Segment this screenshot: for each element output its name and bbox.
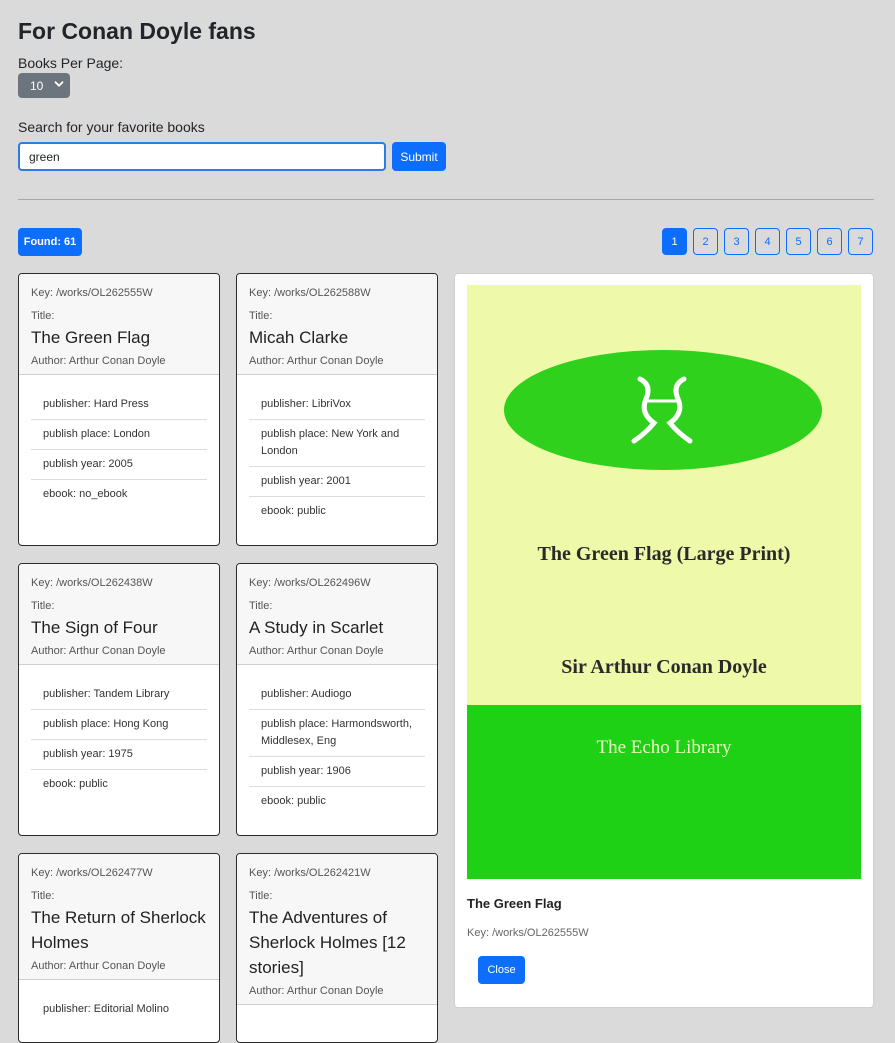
book-details: publisher: Audiogo publish place: Harmon… bbox=[237, 665, 437, 816]
chevron-down-icon bbox=[54, 81, 64, 87]
card-header: Key: /works/OL262496W Title: A Study in … bbox=[237, 564, 437, 665]
detail-publish-place: publish place: London bbox=[31, 420, 207, 450]
detail-publisher: publisher: LibriVox bbox=[249, 390, 425, 420]
page-button-2[interactable]: 2 bbox=[693, 228, 718, 255]
preview-key: Key: /works/OL262555W bbox=[467, 927, 589, 939]
detail-publisher: publisher: Audiogo bbox=[249, 680, 425, 710]
card-header: Key: /works/OL262588W Title: Micah Clark… bbox=[237, 274, 437, 375]
books-per-page-select[interactable]: 10 bbox=[18, 73, 70, 98]
detail-publisher: publisher: Editorial Molino bbox=[43, 1003, 169, 1015]
title-label: Title: bbox=[31, 890, 55, 902]
book-details: publisher: Editorial Molino bbox=[19, 980, 219, 1024]
book-key: Key: /works/OL262421W bbox=[249, 867, 371, 879]
found-count-badge: Found: 61 bbox=[18, 228, 82, 256]
book-card[interactable]: Key: /works/OL262588W Title: Micah Clark… bbox=[236, 273, 438, 546]
book-author: Author: Arthur Conan Doyle bbox=[31, 355, 166, 367]
book-author: Author: Arthur Conan Doyle bbox=[31, 960, 166, 972]
book-key: Key: /works/OL262438W bbox=[31, 577, 153, 589]
detail-publish-place: publish place: Hong Kong bbox=[31, 710, 207, 740]
detail-publish-year: publish year: 2005 bbox=[31, 450, 207, 480]
title-label: Title: bbox=[31, 310, 55, 322]
book-card[interactable]: Key: /works/OL262438W Title: The Sign of… bbox=[18, 563, 220, 836]
divider bbox=[18, 199, 874, 200]
book-key: Key: /works/OL262588W bbox=[249, 287, 371, 299]
book-key: Key: /works/OL262496W bbox=[249, 577, 371, 589]
book-preview-panel: The Green Flag (Large Print) Sir Arthur … bbox=[454, 273, 874, 1008]
detail-publisher: publisher: Hard Press bbox=[31, 390, 207, 420]
page-title: For Conan Doyle fans bbox=[18, 18, 256, 44]
book-title: A Study in Scarlet bbox=[249, 618, 384, 637]
emblem-icon bbox=[631, 376, 693, 444]
book-author: Author: Arthur Conan Doyle bbox=[249, 645, 384, 657]
page-button-3[interactable]: 3 bbox=[724, 228, 749, 255]
pagination: 1 2 3 4 5 6 7 bbox=[662, 228, 873, 255]
book-title: The Green Flag bbox=[31, 328, 151, 347]
close-button[interactable]: Close bbox=[478, 956, 525, 984]
book-card[interactable]: Key: /works/OL262477W Title: The Return … bbox=[18, 853, 220, 1043]
detail-publisher: publisher: Tandem Library bbox=[31, 680, 207, 710]
detail-publish-year: publish year: 1975 bbox=[31, 740, 207, 770]
title-label: Title: bbox=[249, 600, 273, 612]
page-button-6[interactable]: 6 bbox=[817, 228, 842, 255]
title-label: Title: bbox=[249, 890, 273, 902]
detail-ebook: ebook: public bbox=[43, 778, 108, 790]
book-author: Author: Arthur Conan Doyle bbox=[249, 985, 384, 997]
detail-ebook: ebook: public bbox=[261, 795, 326, 807]
submit-button[interactable]: Submit bbox=[392, 142, 446, 171]
cover-publisher: The Echo Library bbox=[596, 737, 732, 758]
page-button-4[interactable]: 4 bbox=[755, 228, 780, 255]
preview-title: The Green Flag bbox=[467, 896, 562, 911]
books-per-page-label: Books Per Page: bbox=[18, 55, 124, 71]
title-label: Title: bbox=[249, 310, 273, 322]
search-input[interactable] bbox=[18, 142, 386, 171]
detail-publish-year: publish year: 2001 bbox=[249, 467, 425, 497]
detail-publish-year: publish year: 1906 bbox=[249, 757, 425, 787]
book-title: The Return of Sherlock Holmes bbox=[31, 908, 206, 952]
book-card[interactable]: Key: /works/OL262555W Title: The Green F… bbox=[18, 273, 220, 546]
book-details: publisher: LibriVox publish place: New Y… bbox=[237, 375, 437, 526]
book-author: Author: Arthur Conan Doyle bbox=[249, 355, 384, 367]
cover-author: Sir Arthur Conan Doyle bbox=[561, 656, 767, 678]
detail-publish-place: publish place: New York and London bbox=[249, 420, 425, 467]
book-key: Key: /works/OL262555W bbox=[31, 287, 153, 299]
card-header: Key: /works/OL262421W Title: The Adventu… bbox=[237, 854, 437, 1005]
detail-ebook: ebook: no_ebook bbox=[43, 488, 128, 500]
book-card[interactable]: Key: /works/OL262496W Title: A Study in … bbox=[236, 563, 438, 836]
book-cover-image: The Green Flag (Large Print) Sir Arthur … bbox=[467, 285, 861, 879]
books-per-page-value: 10 bbox=[30, 78, 44, 93]
book-card[interactable]: Key: /works/OL262421W Title: The Adventu… bbox=[236, 853, 438, 1043]
page-button-7[interactable]: 7 bbox=[848, 228, 873, 255]
book-title: Micah Clarke bbox=[249, 328, 349, 347]
book-key: Key: /works/OL262477W bbox=[31, 867, 153, 879]
card-header: Key: /works/OL262555W Title: The Green F… bbox=[19, 274, 219, 375]
book-details: publisher: Tandem Library publish place:… bbox=[19, 665, 219, 799]
search-label: Search for your favorite books bbox=[18, 119, 205, 135]
book-title: The Adventures of Sherlock Holmes [12 st… bbox=[249, 908, 406, 977]
detail-publish-place: publish place: Harmondsworth, Middlesex,… bbox=[249, 710, 425, 757]
card-header: Key: /works/OL262477W Title: The Return … bbox=[19, 854, 219, 980]
page-button-1[interactable]: 1 bbox=[662, 228, 687, 255]
detail-ebook: ebook: public bbox=[261, 505, 326, 517]
cover-band bbox=[467, 705, 861, 879]
title-label: Title: bbox=[31, 600, 55, 612]
page-button-5[interactable]: 5 bbox=[786, 228, 811, 255]
card-header: Key: /works/OL262438W Title: The Sign of… bbox=[19, 564, 219, 665]
cover-title: The Green Flag (Large Print) bbox=[537, 543, 791, 565]
book-author: Author: Arthur Conan Doyle bbox=[31, 645, 166, 657]
book-title: The Sign of Four bbox=[31, 618, 158, 637]
book-details: publisher: Hard Press publish place: Lon… bbox=[19, 375, 219, 509]
